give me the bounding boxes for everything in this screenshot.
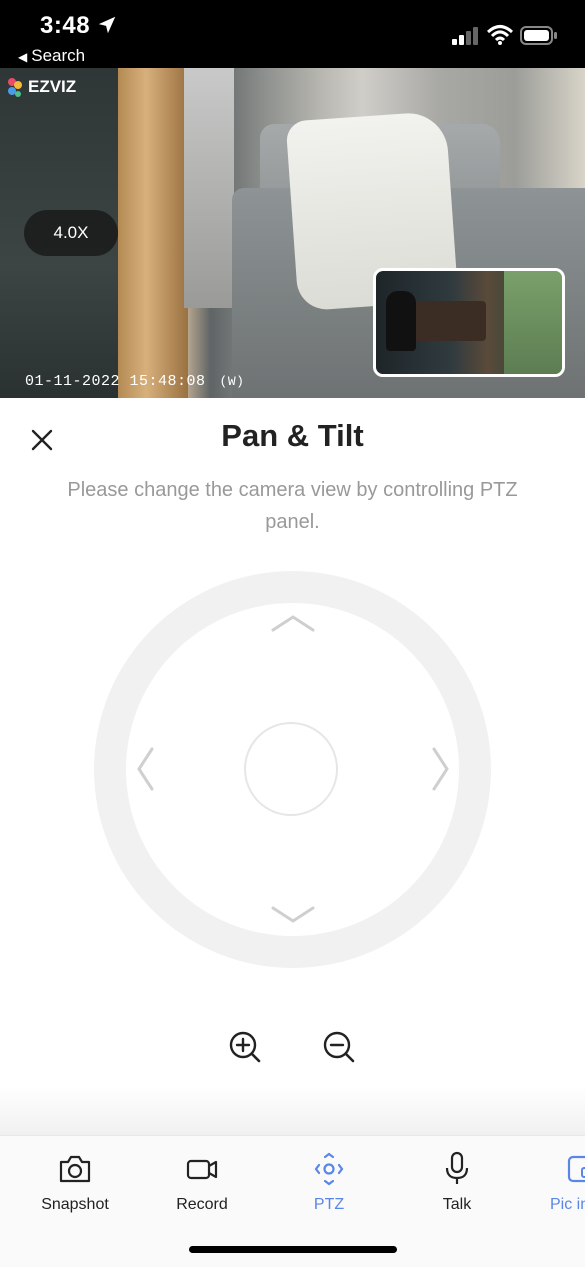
video-scene: [118, 68, 188, 398]
pip-scene: [504, 271, 562, 374]
tab-label: Record: [176, 1196, 228, 1213]
back-triangle-icon: ◀: [18, 50, 28, 64]
microphone-icon: [445, 1151, 469, 1184]
battery-icon: [520, 26, 557, 45]
location-arrow-icon: [98, 16, 116, 34]
home-indicator[interactable]: [189, 1246, 397, 1253]
chevron-up-icon[interactable]: [270, 612, 316, 634]
status-bar: 3:48 ◀ Search: [0, 0, 585, 68]
wifi-icon: [487, 25, 513, 45]
camera-icon: [59, 1155, 91, 1183]
zoom-out-icon[interactable]: [322, 1030, 356, 1064]
timestamp-text: 01-11-2022 15:48:08: [25, 373, 206, 390]
video-camera-icon: [186, 1159, 218, 1180]
chevron-down-icon[interactable]: [270, 904, 316, 926]
clock: 3:48: [40, 12, 91, 39]
zoom-in-icon[interactable]: [228, 1030, 262, 1064]
chevron-right-icon[interactable]: [430, 746, 452, 792]
cellular-signal-icon: [452, 27, 478, 45]
ezviz-logo-icon: [8, 78, 22, 97]
tab-label: Snapshot: [41, 1196, 109, 1213]
tab-ptz[interactable]: PTZ: [274, 1148, 384, 1214]
zoom-level-badge: 4.0X: [24, 210, 118, 256]
live-video-view[interactable]: EZVIZ 4.0X 01-11-2022 15:48:08 (W): [0, 68, 585, 398]
video-scene: [184, 68, 234, 308]
recording-mode: (W): [219, 374, 245, 389]
panel-fade: [0, 1086, 585, 1136]
tab-picture-in-picture[interactable]: Pic in: [530, 1148, 585, 1214]
ptz-icon: [314, 1152, 344, 1186]
tab-label: PTZ: [313, 1196, 345, 1213]
tab-label: Pic in: [550, 1196, 585, 1213]
panel-title: Pan & Tilt: [221, 418, 364, 453]
chevron-left-icon[interactable]: [134, 746, 156, 792]
pip-scene: [386, 291, 416, 351]
picture-in-picture-icon: [567, 1155, 585, 1183]
back-label: Search: [31, 46, 86, 65]
ptz-center-button[interactable]: [244, 722, 338, 816]
video-timestamp: 01-11-2022 15:48:08 (W): [25, 373, 244, 390]
tab-talk[interactable]: Talk: [402, 1148, 512, 1214]
panel-hint: Please change the camera view by control…: [67, 479, 518, 533]
tab-label: Talk: [442, 1196, 472, 1213]
brand-name: EZVIZ: [28, 77, 77, 96]
tab-record[interactable]: Record: [147, 1148, 257, 1214]
picture-in-picture-preview[interactable]: [373, 268, 565, 377]
tab-snapshot[interactable]: Snapshot: [20, 1148, 130, 1214]
back-to-search-link[interactable]: ◀ Search: [18, 46, 85, 66]
brand-logo: EZVIZ: [6, 76, 76, 98]
